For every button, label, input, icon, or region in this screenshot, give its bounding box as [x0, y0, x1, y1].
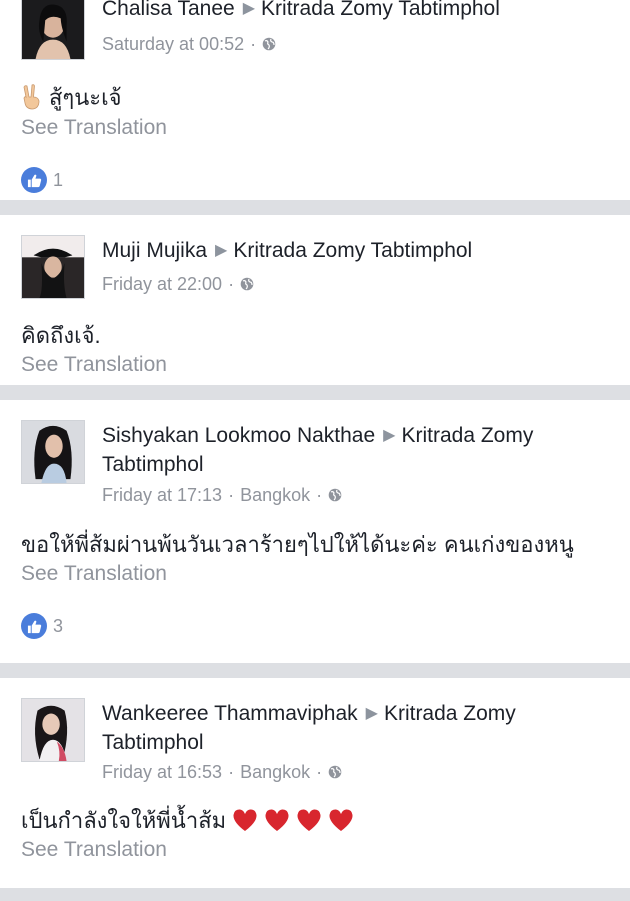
post-meta: Saturday at 00:52 · — [102, 34, 276, 55]
see-translation-link[interactable]: See Translation — [21, 116, 167, 140]
post: Sishyakan Lookmoo Nakthae ▶ Kritrada Zomy … — [0, 400, 630, 663]
globe-icon[interactable] — [240, 277, 254, 291]
post-body: เป็นกำลังใจให้พี่น้ำส้ม — [21, 803, 354, 838]
timestamp[interactable]: Friday at 22:00 — [102, 274, 222, 294]
victory-hand-icon — [23, 84, 40, 110]
timestamp[interactable]: Friday at 16:53 — [102, 762, 222, 782]
timestamp[interactable]: Friday at 17:13 — [102, 485, 222, 505]
post: Wankeeree Thammaviphak ▶ Kritrada Zomy Tab… — [0, 678, 630, 888]
triangle-right-icon: ▶ — [242, 0, 256, 17]
red-heart-icon — [329, 809, 353, 831]
thumbs-up-icon — [21, 613, 47, 639]
see-translation-link[interactable]: See Translation — [21, 838, 167, 862]
like-count[interactable]: 1 — [21, 167, 63, 193]
see-translation-link[interactable]: See Translation — [21, 353, 167, 377]
post-meta: Friday at 22:00 · — [102, 274, 254, 295]
post-title: Muji Mujika ▶ Kritrada Zomy Tabtimphol — [102, 236, 590, 265]
triangle-right-icon: ▶ — [365, 705, 378, 722]
avatar[interactable] — [21, 235, 85, 299]
post: Chalisa Tanee ▶ Kritrada Zomy Tabtimphol S… — [0, 0, 630, 200]
post-body: คิดถึงเจ้. — [21, 323, 101, 348]
post-body: สู้ๆนะเจ้ — [21, 80, 122, 115]
author-name[interactable]: Sishyakan Lookmoo Nakthae — [102, 424, 375, 447]
red-heart-icon — [233, 809, 257, 831]
triangle-right-icon: ▶ — [215, 242, 228, 259]
like-count[interactable]: 3 — [21, 613, 63, 639]
globe-icon[interactable] — [328, 765, 342, 779]
author-name[interactable]: Wankeeree Thammaviphak — [102, 702, 358, 725]
feed: Chalisa Tanee ▶ Kritrada Zomy Tabtimphol S… — [0, 0, 630, 888]
post: Muji Mujika ▶ Kritrada Zomy Tabtimphol Fri… — [0, 215, 630, 385]
thumbs-up-icon — [21, 167, 47, 193]
red-heart-icon — [297, 809, 321, 831]
red-heart-icon — [265, 809, 289, 831]
globe-icon[interactable] — [328, 488, 342, 502]
avatar[interactable] — [21, 0, 85, 60]
timestamp[interactable]: Saturday at 00:52 — [102, 34, 244, 54]
post-title: Chalisa Tanee ▶ Kritrada Zomy Tabtimphol — [102, 0, 590, 23]
post-meta: Friday at 17:13 · Bangkok · — [102, 485, 342, 506]
globe-icon[interactable] — [262, 37, 276, 51]
author-name[interactable]: Muji Mujika — [102, 239, 207, 262]
post-body: ขอให้พี่ส้มผ่านพ้นวันเวลาร้ายๆไปให้ได้นะ… — [21, 532, 574, 557]
location[interactable]: Bangkok — [240, 762, 310, 782]
post-title: Sishyakan Lookmoo Nakthae ▶ Kritrada Zomy … — [102, 421, 590, 479]
triangle-right-icon: ▶ — [383, 427, 396, 444]
post-meta: Friday at 16:53 · Bangkok · — [102, 762, 342, 783]
author-name[interactable]: Chalisa Tanee — [102, 0, 235, 20]
avatar[interactable] — [21, 698, 85, 762]
see-translation-link[interactable]: See Translation — [21, 562, 167, 586]
location[interactable]: Bangkok — [240, 485, 310, 505]
post-title: Wankeeree Thammaviphak ▶ Kritrada Zomy Tab… — [102, 699, 590, 757]
recipient-name[interactable]: Kritrada Zomy Tabtimphol — [233, 239, 472, 262]
avatar[interactable] — [21, 420, 85, 484]
recipient-name[interactable]: Kritrada Zomy Tabtimphol — [261, 0, 500, 20]
